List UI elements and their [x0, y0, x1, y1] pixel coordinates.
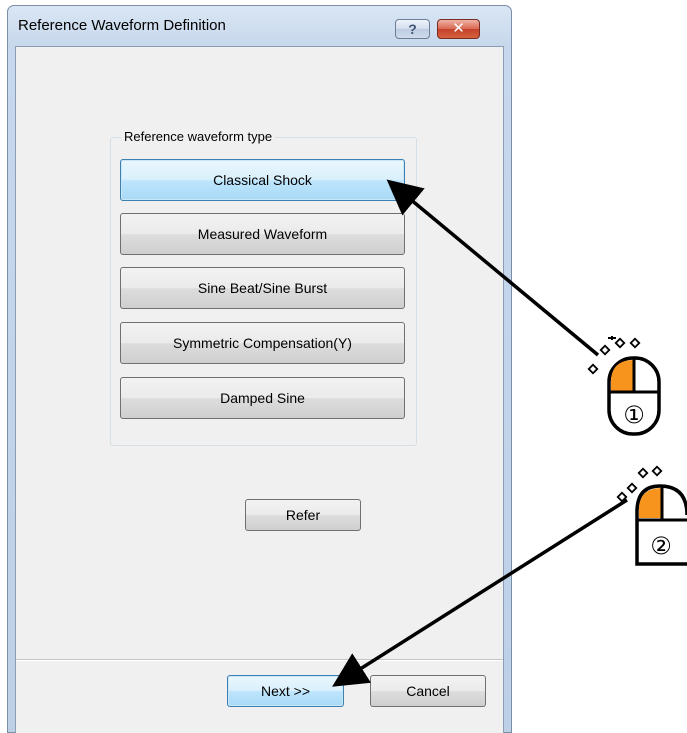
classical-shock-button[interactable]: Classical Shock: [120, 159, 405, 201]
next-button[interactable]: Next >>: [227, 675, 344, 707]
group-label: Reference waveform type: [121, 129, 276, 144]
help-button[interactable]: ?: [395, 19, 430, 39]
cancel-button[interactable]: Cancel: [370, 675, 486, 707]
dialog-window: Reference Waveform Definition ? ✕ Refere…: [7, 5, 512, 733]
close-button[interactable]: ✕: [437, 19, 480, 39]
dialog-body: Reference waveform type Classical Shock …: [15, 46, 504, 733]
step-2-label: ②: [650, 532, 672, 560]
mouse-left-click-icon: ②: [616, 465, 687, 566]
window-title: Reference Waveform Definition: [18, 17, 226, 34]
step-1-label: ①: [623, 401, 645, 429]
title-bar: Reference Waveform Definition ? ✕: [8, 6, 511, 46]
mouse-left-click-icon: ①: [587, 336, 661, 436]
damped-sine-button[interactable]: Damped Sine: [120, 377, 405, 419]
refer-button[interactable]: Refer: [245, 499, 361, 531]
symmetric-compensation-button[interactable]: Symmetric Compensation(Y): [120, 322, 405, 364]
measured-waveform-button[interactable]: Measured Waveform: [120, 213, 405, 255]
sine-beat-sine-burst-button[interactable]: Sine Beat/Sine Burst: [120, 267, 405, 309]
footer-divider: [16, 659, 503, 661]
screenshot-stage: Reference Waveform Definition ? ✕ Refere…: [0, 0, 687, 733]
